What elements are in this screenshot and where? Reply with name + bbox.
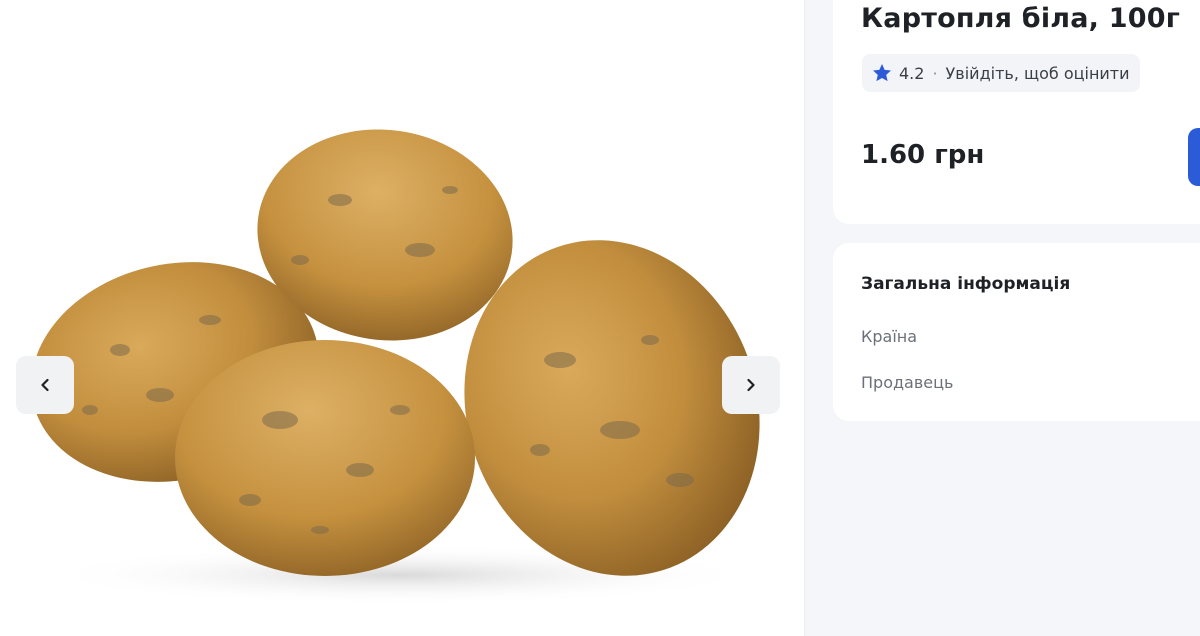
info-row-seller: Продавець [861, 373, 954, 392]
product-price: 1.60 грн [861, 140, 985, 170]
chevron-left-icon [41, 378, 49, 392]
product-image [31, 129, 760, 605]
gallery-next-button[interactable] [722, 356, 780, 414]
product-gallery [0, 0, 805, 636]
rating-value: 4.2 [899, 63, 925, 83]
rate-login-prompt[interactable]: Увійдіть, щоб оцінити [946, 64, 1130, 83]
gallery-prev-button[interactable] [16, 356, 74, 414]
potato-shape [175, 340, 475, 576]
info-heading: Загальна інформація [861, 274, 1071, 294]
info-row-country: Країна [861, 327, 918, 346]
add-to-cart-button[interactable] [1188, 128, 1200, 186]
general-info-card: Загальна інформація Країна Продавець [833, 243, 1200, 421]
product-summary-card: Картопля біла, 100г 4.2 · Увійдіть, щоб … [833, 0, 1200, 224]
rating-separator: · [932, 63, 938, 83]
star-icon [871, 62, 893, 84]
rating-pill[interactable]: 4.2 · Увійдіть, щоб оцінити [862, 54, 1140, 92]
chevron-right-icon [747, 378, 755, 392]
product-title: Картопля біла, 100г [861, 3, 1181, 34]
